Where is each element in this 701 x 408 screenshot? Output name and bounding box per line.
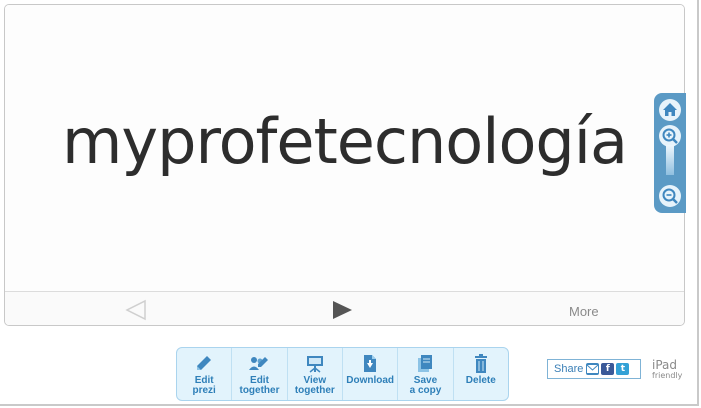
triangle-left-icon	[125, 299, 146, 321]
edit-together-label: Edit together	[239, 375, 280, 396]
download-button[interactable]: Download	[343, 348, 399, 400]
play-icon	[333, 301, 352, 319]
playback-controls: More	[5, 291, 684, 325]
view-together-label: View together	[294, 375, 335, 396]
envelope-glyph	[587, 364, 599, 373]
prezi-action-toolbar: Edit prezi Edit together View together D…	[176, 347, 509, 401]
home-icon	[663, 103, 677, 116]
copy-icon	[418, 355, 433, 372]
home-button[interactable]	[659, 99, 681, 121]
zoom-panel	[654, 93, 686, 213]
facebook-icon[interactable]: f	[601, 363, 615, 375]
zoom-slider-track[interactable]	[666, 145, 674, 175]
ipad-label: iPad	[652, 358, 678, 372]
people-pencil-icon	[249, 357, 269, 370]
zoom-in-button[interactable]	[659, 125, 681, 147]
envelope-icon[interactable]	[586, 363, 600, 375]
twitter-icon[interactable]: t	[616, 363, 630, 375]
save-a-copy-label: Save a copy	[409, 375, 442, 396]
ipad-friendly-badge: iPad friendly	[652, 359, 682, 380]
previous-button[interactable]	[125, 299, 147, 325]
download-label: Download	[346, 375, 395, 386]
zoom-out-button[interactable]	[659, 185, 681, 207]
edit-together-button[interactable]: Edit together	[232, 348, 288, 400]
save-a-copy-button[interactable]: Save a copy	[398, 348, 454, 400]
edit-prezi-button[interactable]: Edit prezi	[177, 348, 233, 400]
view-together-button[interactable]: View together	[288, 348, 343, 400]
share-label: Share	[554, 363, 584, 375]
projector-icon	[306, 356, 323, 373]
zoom-in-icon	[662, 128, 678, 144]
prezi-viewer[interactable]: myprofetecnología More	[4, 4, 685, 326]
edit-prezi-label: Edit prezi	[192, 375, 216, 396]
delete-button[interactable]: Delete	[454, 348, 508, 400]
presentation-canvas[interactable]: myprofetecnología	[5, 5, 684, 291]
play-button[interactable]	[331, 299, 353, 325]
share-button[interactable]: Share f t	[547, 359, 641, 379]
delete-label: Delete	[465, 375, 496, 386]
presentation-title: myprofetecnología	[62, 105, 628, 178]
zoom-out-icon	[662, 188, 678, 204]
more-link[interactable]: More	[569, 304, 599, 319]
pencil-icon	[197, 356, 212, 370]
download-icon	[364, 355, 377, 372]
trash-icon	[474, 354, 487, 373]
friendly-label: friendly	[652, 371, 683, 380]
